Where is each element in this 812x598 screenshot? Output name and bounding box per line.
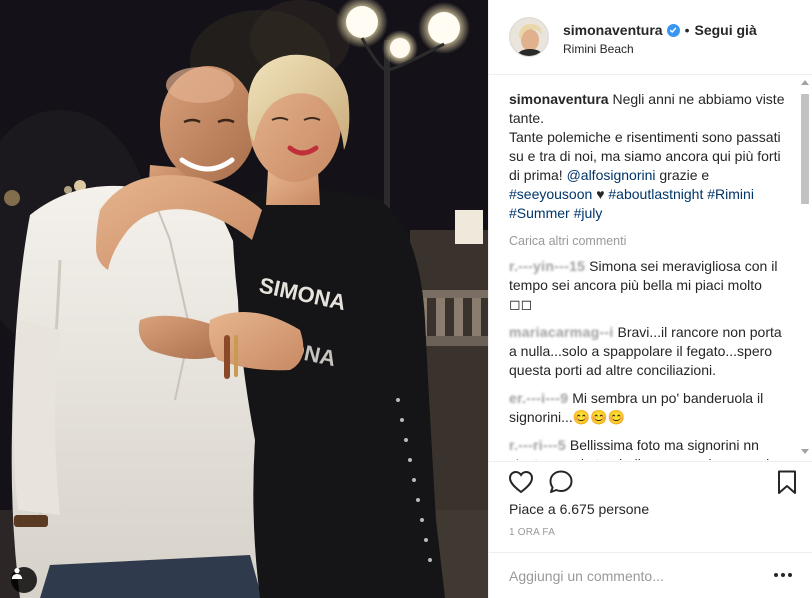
header-user-line: simonaventura • Segui già [563, 22, 757, 38]
hashtag-link[interactable]: #Summer [509, 205, 570, 221]
hashtag-link[interactable]: #Rimini [707, 186, 754, 202]
separator-dot: • [684, 22, 690, 38]
more-options-icon[interactable] [771, 563, 795, 587]
scroll-up-arrow-icon[interactable] [801, 80, 809, 85]
comment-username[interactable]: r.---yin---15 [509, 258, 585, 274]
comment-username[interactable]: er.---i---9 [509, 390, 568, 406]
comment-item: mariacarmag--i Bravi...il rancore non po… [509, 323, 789, 380]
hashtag-link[interactable]: #july [574, 205, 603, 221]
comment-item: er.---i---9 Mi sembra un po' banderuola … [509, 389, 789, 427]
user-tag-icon[interactable] [11, 567, 37, 593]
post-details-panel: simonaventura • Segui già Rimini Beach s… [488, 0, 812, 598]
caption: simonaventura Negli anni ne abbiamo vist… [509, 90, 789, 223]
comment-username[interactable]: r.---ri---5 [509, 437, 566, 453]
hashtag-link[interactable]: #aboutlastnight [608, 186, 703, 202]
mention-link[interactable]: @alfosignorini [567, 167, 656, 183]
load-more-comments-button[interactable]: Carica altri commenti [509, 234, 789, 248]
comment-username[interactable]: mariacarmag--i [509, 324, 614, 340]
heart-icon[interactable] [507, 468, 535, 496]
post-timestamp: 1 ORA FA [509, 527, 556, 538]
photo-scene: SIMONA SIMONA [0, 0, 488, 598]
scroll-down-arrow-icon[interactable] [801, 449, 809, 454]
post-header: simonaventura • Segui già Rimini Beach [489, 0, 812, 75]
comments-scrollbar[interactable] [800, 80, 810, 454]
username-link[interactable]: simonaventura [563, 22, 663, 38]
hashtag-link[interactable]: #seeyousoon [509, 186, 592, 202]
comment-input[interactable] [509, 565, 759, 587]
heart-glyph: ♥ [596, 186, 605, 202]
verified-badge-icon [666, 23, 680, 37]
avatar[interactable] [509, 17, 549, 57]
comments-list: simonaventura Negli anni ne abbiamo vist… [509, 90, 789, 460]
caption-after-mention: grazie e [659, 167, 710, 183]
follow-button[interactable]: Segui già [695, 22, 757, 38]
post-photo[interactable]: SIMONA SIMONA [0, 0, 488, 598]
comment-item: r.---yin---15 Simona sei meravigliosa co… [509, 257, 789, 314]
post-actions-bar [489, 461, 812, 499]
comment-item: r.---ri---5 Bellissima foto ma signorini… [509, 436, 789, 460]
comments-section: simonaventura Negli anni ne abbiamo vist… [489, 76, 812, 460]
comment-bubble-icon[interactable] [547, 468, 575, 496]
caption-username[interactable]: simonaventura [509, 91, 609, 107]
location-link[interactable]: Rimini Beach [563, 42, 634, 56]
bookmark-icon[interactable] [773, 468, 801, 496]
add-comment-bar [489, 552, 812, 598]
likes-count[interactable]: Piace a 6.675 persone [509, 501, 649, 517]
scroll-thumb[interactable] [801, 94, 809, 204]
